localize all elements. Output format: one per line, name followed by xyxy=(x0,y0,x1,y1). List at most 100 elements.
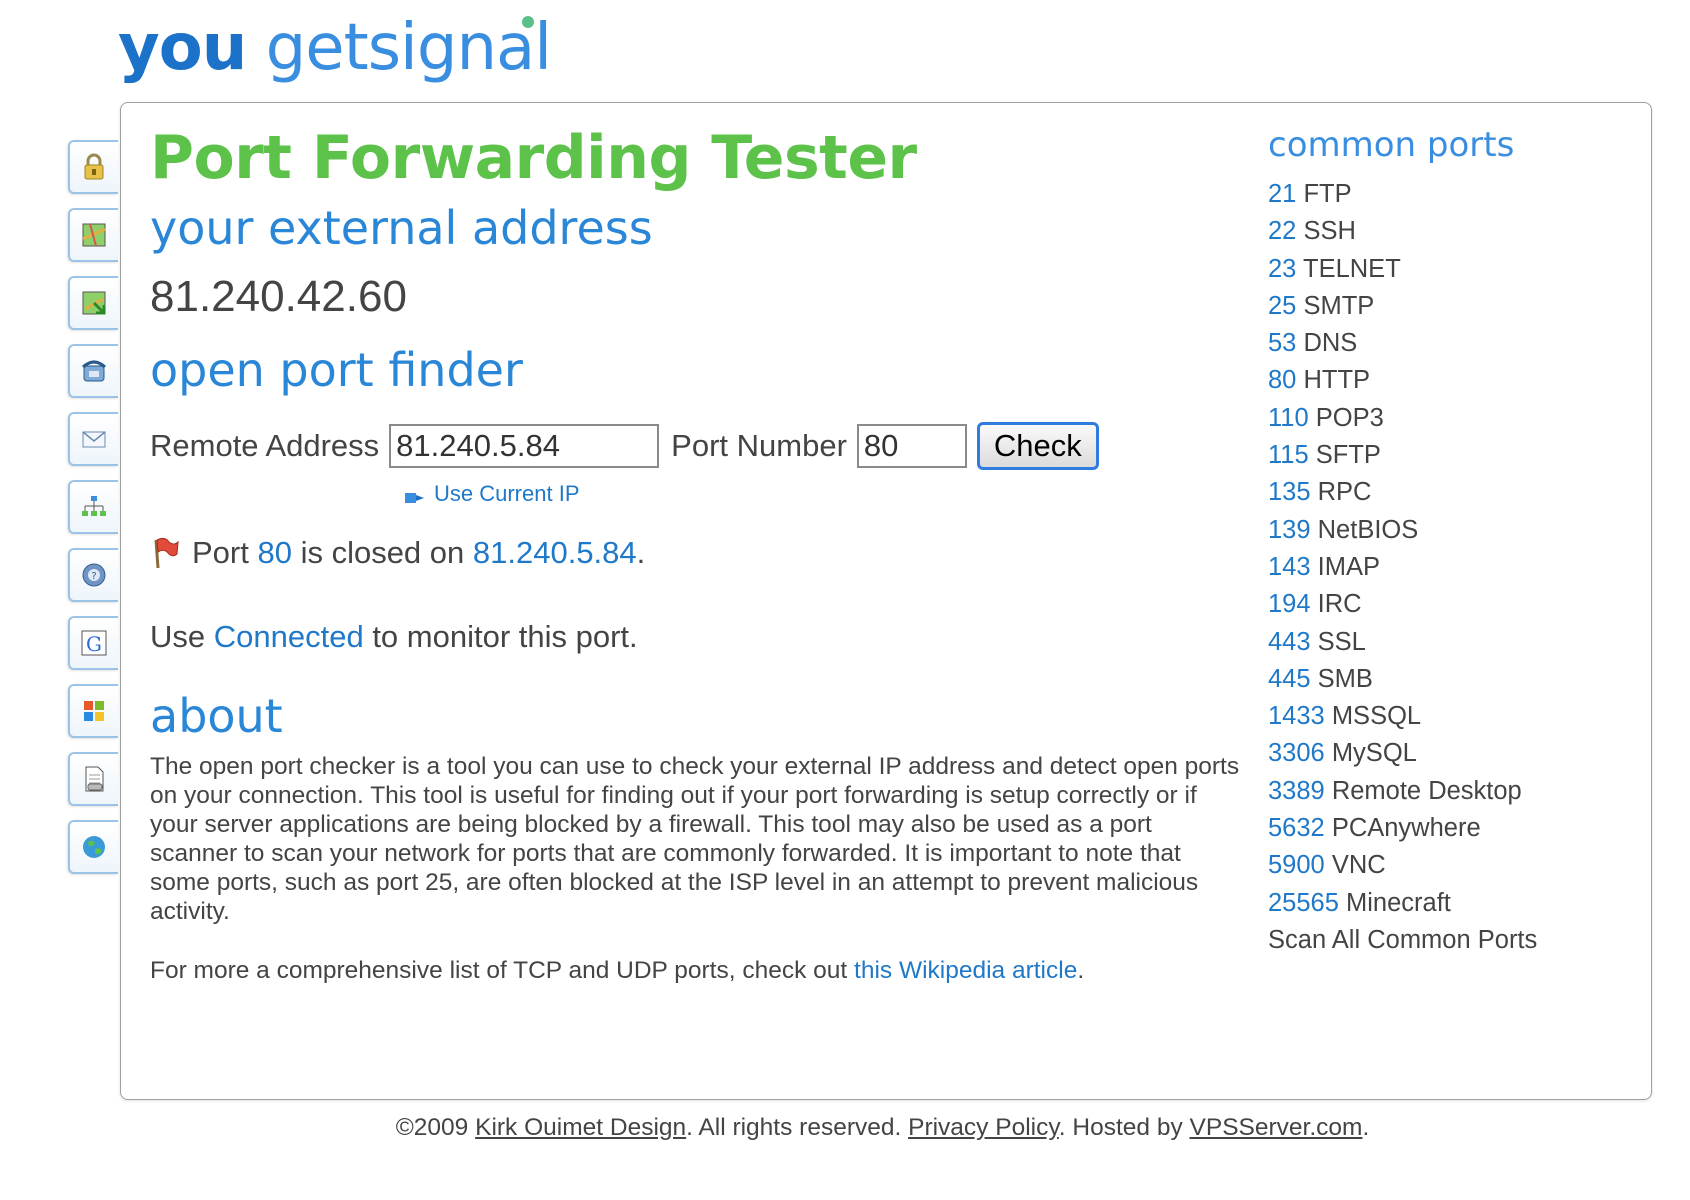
footer-rights: . All rights reserved. xyxy=(686,1114,909,1141)
port-item[interactable]: 115 SFTP xyxy=(1268,437,1588,474)
side-tab-help[interactable]: ? xyxy=(68,548,118,602)
side-tab-globe[interactable] xyxy=(68,820,118,874)
port-item[interactable]: 3389 Remote Desktop xyxy=(1268,773,1588,810)
phone-icon xyxy=(79,356,109,386)
side-tab-document[interactable] xyxy=(68,752,118,806)
red-flag-icon xyxy=(150,536,180,570)
port-item[interactable]: 23 TELNET xyxy=(1268,251,1588,288)
port-number-link[interactable]: 23 xyxy=(1268,255,1296,283)
page-footer: ©2009 Kirk Ouimet Design. All rights res… xyxy=(0,1114,1690,1142)
port-number-link[interactable]: 22 xyxy=(1268,217,1296,245)
use-current-ip-text[interactable]: Use Current IP xyxy=(434,481,580,507)
port-item[interactable]: 1433 MSSQL xyxy=(1268,698,1588,735)
port-name: SMTP xyxy=(1296,291,1375,320)
port-item[interactable]: 443 SSL xyxy=(1268,624,1588,661)
port-number-link[interactable]: 5632 xyxy=(1268,814,1325,842)
port-name: IMAP xyxy=(1310,552,1380,581)
port-number-link[interactable]: 3389 xyxy=(1268,777,1325,805)
result-middle: is closed on xyxy=(291,535,473,570)
port-item[interactable]: 445 SMB xyxy=(1268,661,1588,698)
external-address-heading: your external address xyxy=(150,201,653,255)
side-tab-lock[interactable] xyxy=(68,140,118,194)
port-name: PCAnywhere xyxy=(1324,814,1481,843)
side-tab-mail[interactable] xyxy=(68,412,118,466)
port-item[interactable]: 135 RPC xyxy=(1268,474,1588,511)
port-number-link[interactable]: 443 xyxy=(1268,628,1311,656)
port-item[interactable]: 3306 MySQL xyxy=(1268,735,1588,772)
google-icon: G xyxy=(79,628,109,658)
logo-word-you: you xyxy=(118,11,247,85)
result-port-link[interactable]: 80 xyxy=(257,535,291,571)
scan-all-ports-link[interactable]: Scan All Common Ports xyxy=(1268,922,1588,959)
port-result: Port 80 is closed on 81.240.5.84 . xyxy=(150,532,1240,574)
page-title: Port Forwarding Tester xyxy=(150,123,917,193)
globe-icon xyxy=(79,832,109,862)
port-number-link[interactable]: 25565 xyxy=(1268,889,1339,917)
port-item[interactable]: 110 POP3 xyxy=(1268,400,1588,437)
footer-kirk-link[interactable]: Kirk Ouimet Design xyxy=(475,1114,686,1141)
result-suffix: . xyxy=(636,535,646,570)
check-button[interactable]: Check xyxy=(976,422,1099,470)
port-number-link[interactable]: 135 xyxy=(1268,478,1311,506)
port-item[interactable]: 5900 VNC xyxy=(1268,847,1588,884)
port-item[interactable]: 22 SSH xyxy=(1268,213,1588,250)
port-name: RPC xyxy=(1310,478,1372,507)
side-tab-phone[interactable] xyxy=(68,344,118,398)
network-icon xyxy=(79,492,109,522)
result-prefix: Port xyxy=(192,535,258,570)
port-item[interactable]: 139 NetBIOS xyxy=(1268,512,1588,549)
port-item[interactable]: 25 SMTP xyxy=(1268,288,1588,325)
port-name: NetBIOS xyxy=(1310,515,1419,544)
port-item[interactable]: 80 HTTP xyxy=(1268,362,1588,399)
side-tab-network[interactable] xyxy=(68,480,118,534)
port-name: VNC xyxy=(1324,851,1386,880)
site-logo[interactable]: you getsignal xyxy=(118,8,552,88)
about-paragraph: The open port checker is a tool you can … xyxy=(150,753,1240,925)
port-number-link[interactable]: 21 xyxy=(1268,180,1296,208)
port-item[interactable]: 5632 PCAnywhere xyxy=(1268,810,1588,847)
port-name: Minecraft xyxy=(1338,888,1451,917)
wikipedia-link[interactable]: this Wikipedia article xyxy=(854,957,1077,984)
port-number-link[interactable]: 25 xyxy=(1268,292,1296,320)
side-tab-google[interactable]: G xyxy=(68,616,118,670)
footer-copyright: ©2009 xyxy=(395,1114,476,1141)
external-ip-value: 81.240.42.60 xyxy=(150,272,407,321)
port-number-link[interactable]: 53 xyxy=(1268,329,1296,357)
map-icon xyxy=(79,220,109,250)
port-number-link[interactable]: 3306 xyxy=(1268,739,1325,767)
use-current-ip-link[interactable]: Use Current IP xyxy=(404,480,1240,508)
port-number-link[interactable]: 139 xyxy=(1268,516,1311,544)
port-number-link[interactable]: 80 xyxy=(1268,366,1296,394)
more-suffix: . xyxy=(1077,957,1085,984)
port-number-input[interactable] xyxy=(856,424,967,468)
footer-vps-link[interactable]: VPSServer.com xyxy=(1190,1114,1363,1141)
side-tab-map[interactable] xyxy=(68,208,118,262)
result-ip-link[interactable]: 81.240.5.84 xyxy=(473,535,637,571)
port-number-link[interactable]: 110 xyxy=(1268,404,1309,432)
port-name: SMB xyxy=(1310,664,1373,693)
port-item[interactable]: 143 IMAP xyxy=(1268,549,1588,586)
port-name: FTP xyxy=(1296,180,1352,208)
port-number-link[interactable]: 5900 xyxy=(1268,851,1325,879)
port-name: DNS xyxy=(1296,329,1358,358)
footer-privacy-link[interactable]: Privacy Policy xyxy=(908,1114,1059,1141)
side-tool-tabs: ? G xyxy=(68,140,122,888)
common-ports-sidebar: common ports 21 FTP 22 SSH 23 TELNET 25 … xyxy=(1268,122,1588,959)
side-tab-windows[interactable] xyxy=(68,684,118,738)
port-number-link[interactable]: 1433 xyxy=(1268,702,1325,730)
port-name: SFTP xyxy=(1308,441,1381,470)
port-number-link[interactable]: 143 xyxy=(1268,553,1311,581)
port-item[interactable]: 25565 Minecraft xyxy=(1268,885,1588,922)
port-number-link[interactable]: 115 xyxy=(1268,441,1309,469)
port-item[interactable]: 194 IRC xyxy=(1268,586,1588,623)
port-number-link[interactable]: 194 xyxy=(1268,590,1311,618)
remote-address-input[interactable] xyxy=(389,424,660,468)
port-item[interactable]: 53 DNS xyxy=(1268,325,1588,362)
port-item[interactable]: 21 FTP xyxy=(1268,176,1588,213)
side-tab-map-arrow[interactable] xyxy=(68,276,118,330)
connected-link[interactable]: Connected xyxy=(214,619,364,654)
monitor-prefix: Use xyxy=(150,619,214,654)
port-number-link[interactable]: 445 xyxy=(1268,665,1311,693)
port-name: POP3 xyxy=(1308,403,1384,432)
remote-address-label: Remote Address xyxy=(150,428,380,463)
